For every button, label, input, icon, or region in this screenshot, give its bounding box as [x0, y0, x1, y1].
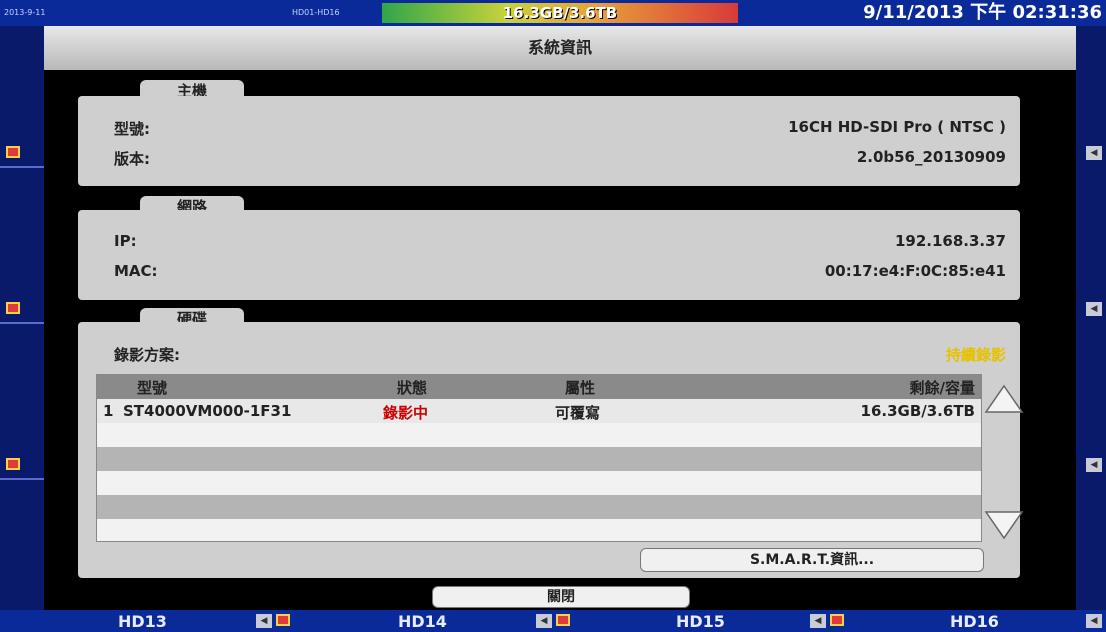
row-index: 1	[103, 402, 114, 420]
disk-usage-text: 16.3GB/3.6TB	[502, 4, 618, 22]
table-row-empty	[97, 471, 981, 495]
row-model: ST4000VM000-1F31	[123, 402, 292, 420]
record-camera-icon	[6, 458, 20, 470]
speaker-icon: ◀	[1086, 302, 1102, 316]
ip-value: 192.168.3.37	[894, 232, 1006, 250]
row-status: 錄影中	[383, 404, 429, 422]
scroll-down-arrow-icon[interactable]	[984, 508, 1024, 542]
record-camera-icon	[6, 302, 20, 314]
top-channel-range: HD01-HD16	[292, 8, 340, 17]
channel-label-hd16[interactable]: HD16	[950, 612, 999, 631]
record-camera-icon	[830, 614, 844, 626]
column-header-model: 型號	[137, 379, 168, 397]
table-row-empty	[97, 495, 981, 519]
table-row[interactable]: 1 ST4000VM000-1F31 錄影中 可覆寫 16.3GB/3.6TB	[97, 399, 981, 423]
host-section	[78, 96, 1020, 186]
table-row-empty	[97, 519, 981, 541]
channel-divider	[0, 478, 44, 480]
channel-label-hd14[interactable]: HD14	[398, 612, 447, 631]
table-row-empty	[97, 423, 981, 447]
record-camera-icon	[6, 146, 20, 158]
column-header-status: 狀態	[397, 379, 428, 397]
channel-label-hd15[interactable]: HD15	[676, 612, 725, 631]
speaker-icon: ◀	[1086, 458, 1102, 472]
row-attribute: 可覆寫	[555, 404, 601, 422]
table-row-empty	[97, 447, 981, 471]
close-button[interactable]: 關閉	[432, 586, 690, 608]
speaker-icon: ◀	[536, 614, 552, 628]
channel-divider	[0, 166, 44, 168]
dialog-title: 系統資訊	[44, 26, 1076, 70]
row-capacity: 16.3GB/3.6TB	[860, 402, 975, 420]
hdd-table: 型號 狀態 屬性 剩餘/容量 1 ST4000VM000-1F31 錄影中 可覆…	[96, 374, 982, 542]
version-label: 版本:	[114, 150, 150, 168]
column-header-attribute: 屬性	[565, 379, 596, 397]
disk-usage-bar: 16.3GB/3.6TB	[382, 3, 738, 23]
mac-label: MAC:	[114, 262, 158, 280]
clock: 9/11/2013 下午 02:31:36	[863, 2, 1102, 23]
record-camera-icon	[556, 614, 570, 626]
table-header-row: 型號 狀態 屬性 剩餘/容量	[97, 375, 981, 399]
record-mode-label: 錄影方案:	[114, 346, 180, 364]
speaker-icon: ◀	[1086, 146, 1102, 160]
column-header-capacity: 剩餘/容量	[909, 379, 975, 397]
smart-info-button[interactable]: S.M.A.R.T.資訊...	[640, 548, 984, 572]
channel-divider	[0, 322, 44, 324]
speaker-icon: ◀	[256, 614, 272, 628]
mac-value: 00:17:e4:F:0C:85:e41	[824, 262, 1006, 280]
record-camera-icon	[276, 614, 290, 626]
record-mode-value: 持續錄影	[945, 346, 1006, 364]
channel-label-hd13[interactable]: HD13	[118, 612, 167, 631]
model-value: 16CH HD-SDI Pro ( NTSC )	[788, 118, 1006, 136]
speaker-icon: ◀	[1086, 614, 1102, 628]
ip-label: IP:	[114, 232, 137, 250]
network-section	[78, 210, 1020, 300]
top-left-text: 2013-9-11	[4, 8, 46, 17]
speaker-icon: ◀	[810, 614, 826, 628]
version-value: 2.0b56_20130909	[856, 148, 1006, 166]
scroll-up-arrow-icon[interactable]	[984, 382, 1024, 416]
model-label: 型號:	[114, 120, 150, 138]
